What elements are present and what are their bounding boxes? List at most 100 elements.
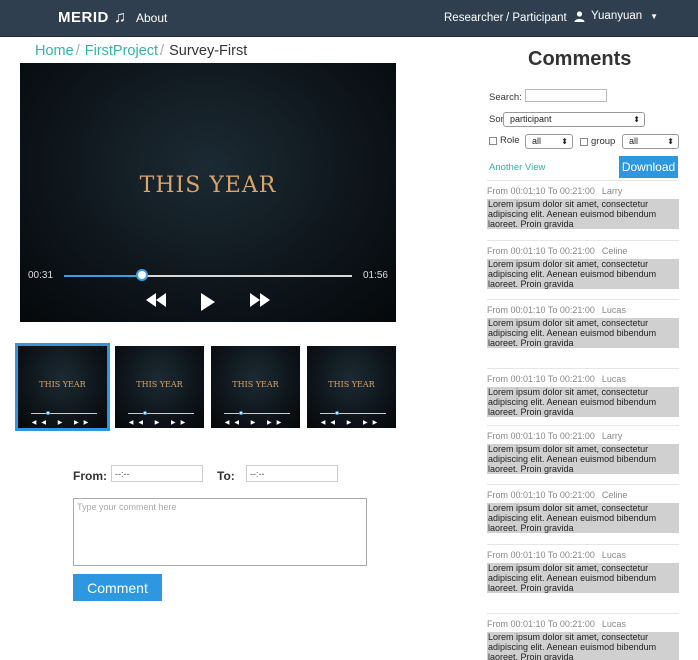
seek-bar-progress	[64, 275, 142, 277]
comment-time-range: From 00:01:10 To 00:21:00	[487, 305, 595, 315]
comment-text: Lorem ipsum dolor sit amet, consectetur …	[487, 318, 679, 348]
sort-select-value: participant	[510, 114, 552, 124]
video-thumbnail[interactable]: THIS YEAR ◀◀ ▶ ▶▶	[211, 346, 300, 428]
comment-button[interactable]: Comment	[73, 574, 162, 601]
user-name: Yuanyuan	[591, 10, 643, 22]
comment-meta: From 00:01:10 To 00:21:00 Lucas	[487, 614, 679, 630]
seek-bar[interactable]	[64, 269, 352, 281]
comment-text: Lorem ipsum dolor sit amet, consectetur …	[487, 563, 679, 593]
comment-meta: From 00:01:10 To 00:21:00 Celine	[487, 485, 679, 501]
playback-controls	[20, 293, 396, 311]
thumbnail-controls-icon: ◀◀ ▶ ▶▶	[224, 420, 287, 426]
video-thumbnail[interactable]: THIS YEAR ◀◀ ▶ ▶▶	[15, 343, 110, 431]
comment-text: Lorem ipsum dolor sit amet, consectetur …	[487, 387, 679, 417]
comment-item[interactable]: From 00:01:10 To 00:21:00 Lucas Lorem ips…	[487, 299, 679, 348]
duration-time: 01:56	[362, 270, 388, 281]
user-menu[interactable]: Yuanyuan ▼	[574, 10, 658, 22]
role-label: Role	[500, 135, 520, 146]
comment-time-range: From 00:01:10 To 00:21:00	[487, 431, 595, 441]
comment-time-range: From 00:01:10 To 00:21:00	[487, 374, 595, 384]
comment-item[interactable]: From 00:01:10 To 00:21:00 Celine Lorem ip…	[487, 240, 679, 289]
thumbnail-seek-handle	[46, 411, 50, 415]
to-time-input[interactable]	[246, 465, 338, 482]
comment-meta: From 00:01:10 To 00:21:00 Lucas	[487, 369, 679, 385]
another-view-link[interactable]: Another View	[489, 162, 545, 173]
search-label: Search:	[489, 92, 522, 103]
video-thumbnail[interactable]: THIS YEAR ◀◀ ▶ ▶▶	[307, 346, 396, 428]
seek-handle[interactable]	[135, 269, 148, 281]
group-select-value: all	[629, 136, 639, 146]
comment-author: Larry	[601, 186, 623, 196]
group-checkbox[interactable]	[580, 138, 588, 146]
role-select[interactable]: all ⬍	[525, 134, 573, 149]
breadcrumb-project[interactable]: FirstProject	[85, 43, 158, 59]
from-time-input[interactable]	[111, 465, 203, 482]
breadcrumb-separator: /	[160, 43, 165, 59]
rewind-icon[interactable]	[146, 293, 166, 311]
thumbnail-title: THIS YEAR	[136, 380, 183, 389]
thumbnail-controls-icon: ◀◀ ▶ ▶▶	[31, 420, 94, 426]
comment-time-range: From 00:01:10 To 00:21:00	[487, 186, 595, 196]
thumbnail-controls-icon: ◀◀ ▶ ▶▶	[128, 420, 191, 426]
video-thumbnail[interactable]: THIS YEAR ◀◀ ▶ ▶▶	[115, 346, 204, 428]
video-title-text: THIS YEAR	[139, 173, 277, 198]
group-select[interactable]: all ⬍	[622, 134, 679, 149]
brand-logo[interactable]: MERID ♫	[58, 9, 126, 27]
search-input[interactable]	[525, 89, 607, 102]
breadcrumb-current: Survey-First	[169, 43, 248, 59]
comment-author: Lucas	[601, 305, 626, 315]
comment-item[interactable]: From 00:01:10 To 00:21:00 Lucas Lorem ips…	[487, 368, 679, 417]
nav-about-link[interactable]: About	[136, 11, 167, 25]
role-checkbox[interactable]	[489, 137, 497, 145]
comment-time-range: From 00:01:10 To 00:21:00	[487, 619, 595, 629]
thumbnail-title: THIS YEAR	[328, 380, 375, 389]
comment-item[interactable]: From 00:01:10 To 00:21:00 Celine Lorem ip…	[487, 484, 679, 533]
fast-forward-icon[interactable]	[250, 293, 270, 311]
comments-heading: Comments	[528, 48, 632, 70]
comment-author: Celine	[601, 490, 628, 500]
select-arrows-icon: ⬍	[667, 137, 674, 146]
comment-item[interactable]: From 00:01:10 To 00:21:00 Larry Lorem ips…	[487, 180, 679, 229]
comment-item[interactable]: From 00:01:10 To 00:21:00 Lucas Lorem ips…	[487, 613, 679, 660]
thumbnail-seek-bar	[128, 413, 194, 414]
comment-time-range: From 00:01:10 To 00:21:00	[487, 550, 595, 560]
select-arrows-icon: ⬍	[561, 137, 568, 146]
thumbnail-title: THIS YEAR	[39, 380, 86, 389]
play-icon[interactable]	[200, 293, 216, 311]
comment-author: Lucas	[601, 550, 626, 560]
comment-time-range: From 00:01:10 To 00:21:00	[487, 490, 595, 500]
thumbnail-seek-bar	[320, 413, 386, 414]
comment-meta: From 00:01:10 To 00:21:00 Celine	[487, 241, 679, 257]
from-label: From:	[73, 469, 107, 483]
comment-meta: From 00:01:10 To 00:21:00 Lucas	[487, 545, 679, 561]
comment-text: Lorem ipsum dolor sit amet, consectetur …	[487, 259, 679, 289]
comment-meta: From 00:01:10 To 00:21:00 Larry	[487, 426, 679, 442]
comment-item[interactable]: From 00:01:10 To 00:21:00 Lucas Lorem ips…	[487, 544, 679, 593]
thumbnail-seek-handle	[143, 411, 147, 415]
comment-meta: From 00:01:10 To 00:21:00 Lucas	[487, 300, 679, 316]
sort-select[interactable]: participant ⬍	[503, 112, 645, 127]
breadcrumb-separator: /	[75, 43, 80, 59]
download-button[interactable]: Download	[619, 156, 678, 178]
group-label: group	[591, 136, 616, 147]
comment-textarea[interactable]	[73, 498, 367, 566]
comment-author: Lucas	[601, 374, 626, 384]
breadcrumb-home[interactable]: Home	[35, 43, 74, 59]
comment-item[interactable]: From 00:01:10 To 00:21:00 Larry Lorem ips…	[487, 425, 679, 474]
select-arrows-icon: ⬍	[633, 115, 640, 124]
video-player[interactable]: THIS YEAR 00:31 01:56	[20, 63, 396, 322]
thumbnail-seek-bar	[31, 413, 97, 414]
comment-text: Lorem ipsum dolor sit amet, consectetur …	[487, 199, 679, 229]
role-select-value: all	[532, 136, 542, 146]
nav-participant-link[interactable]: / Participant	[506, 12, 567, 24]
comment-meta: From 00:01:10 To 00:21:00 Larry	[487, 181, 679, 197]
nav-researcher-link[interactable]: Researcher	[444, 12, 503, 24]
current-time: 00:31	[28, 270, 54, 281]
user-icon	[574, 10, 585, 22]
thumbnail-seek-bar	[224, 413, 290, 414]
top-navbar: MERID ♫ About Researcher / Participant Yu…	[0, 0, 698, 37]
comment-text: Lorem ipsum dolor sit amet, consectetur …	[487, 444, 679, 474]
comment-text: Lorem ipsum dolor sit amet, consectetur …	[487, 632, 679, 660]
comment-author: Lucas	[601, 619, 626, 629]
comment-author: Celine	[601, 246, 628, 256]
